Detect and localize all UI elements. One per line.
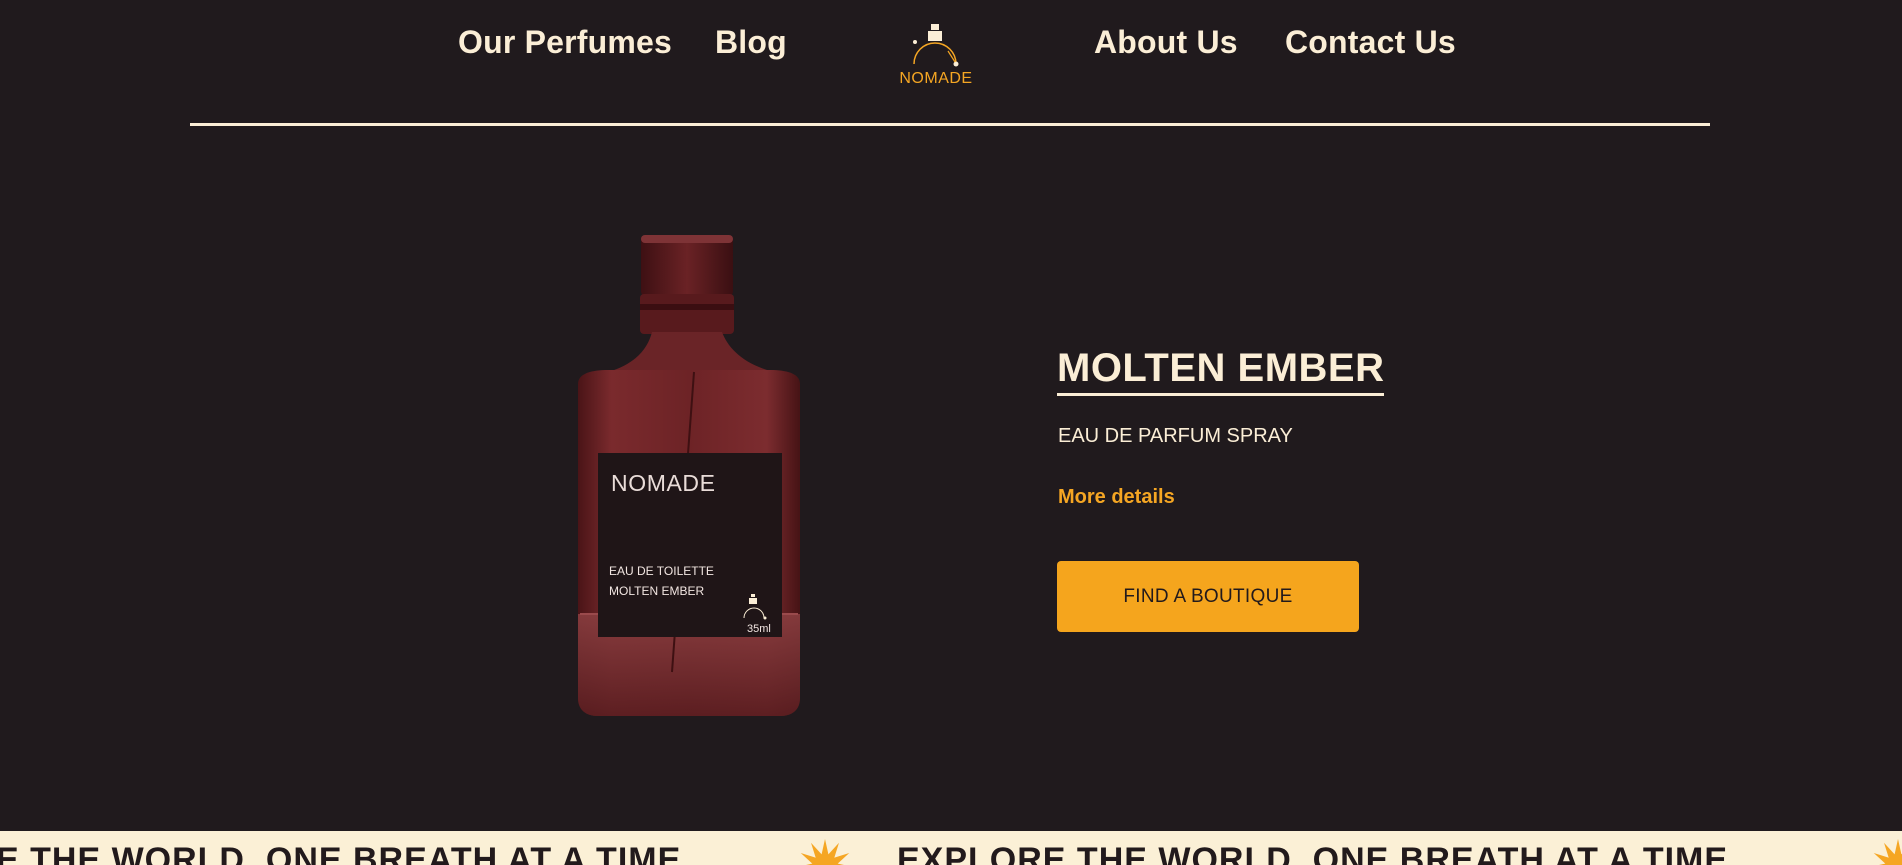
more-details-link[interactable]: More details [1058,486,1175,509]
marquee-text: EXPLORE THE WORLD, ONE BREATH AT A TIME [897,841,1729,865]
sun-icon [1870,839,1902,865]
product-title: MOLTEN EMBER [1057,346,1385,396]
nav-about-us[interactable]: About Us [1094,24,1238,61]
perfume-bottle-arc-icon [913,24,959,67]
find-a-boutique-button[interactable]: FIND A BOUTIQUE [1057,561,1359,632]
page: Our Perfumes Blog NOMADE About Us Contac… [0,0,1902,865]
bottle-label-size: 35ml [747,623,771,635]
bottle-label-brand: NOMADE [611,470,716,496]
nav-contact-us[interactable]: Contact Us [1285,24,1456,61]
nomade-logo[interactable]: NOMADE [898,20,974,90]
sun-icon [797,839,853,865]
product-subtitle: EAU DE PARFUM SPRAY [1058,425,1293,447]
logo-text: NOMADE [899,70,973,87]
nav-blog[interactable]: Blog [715,24,787,61]
bottle-label-type: EAU DE TOILETTE [609,564,714,578]
header-divider [190,123,1710,126]
marquee-banner: E THE WORLD, ONE BREATH AT A TIME EXPLOR… [0,831,1902,865]
nav-our-perfumes[interactable]: Our Perfumes [458,24,672,61]
bottle-label-name: MOLTEN EMBER [609,584,705,598]
marquee-text: E THE WORLD, ONE BREATH AT A TIME [0,841,682,865]
